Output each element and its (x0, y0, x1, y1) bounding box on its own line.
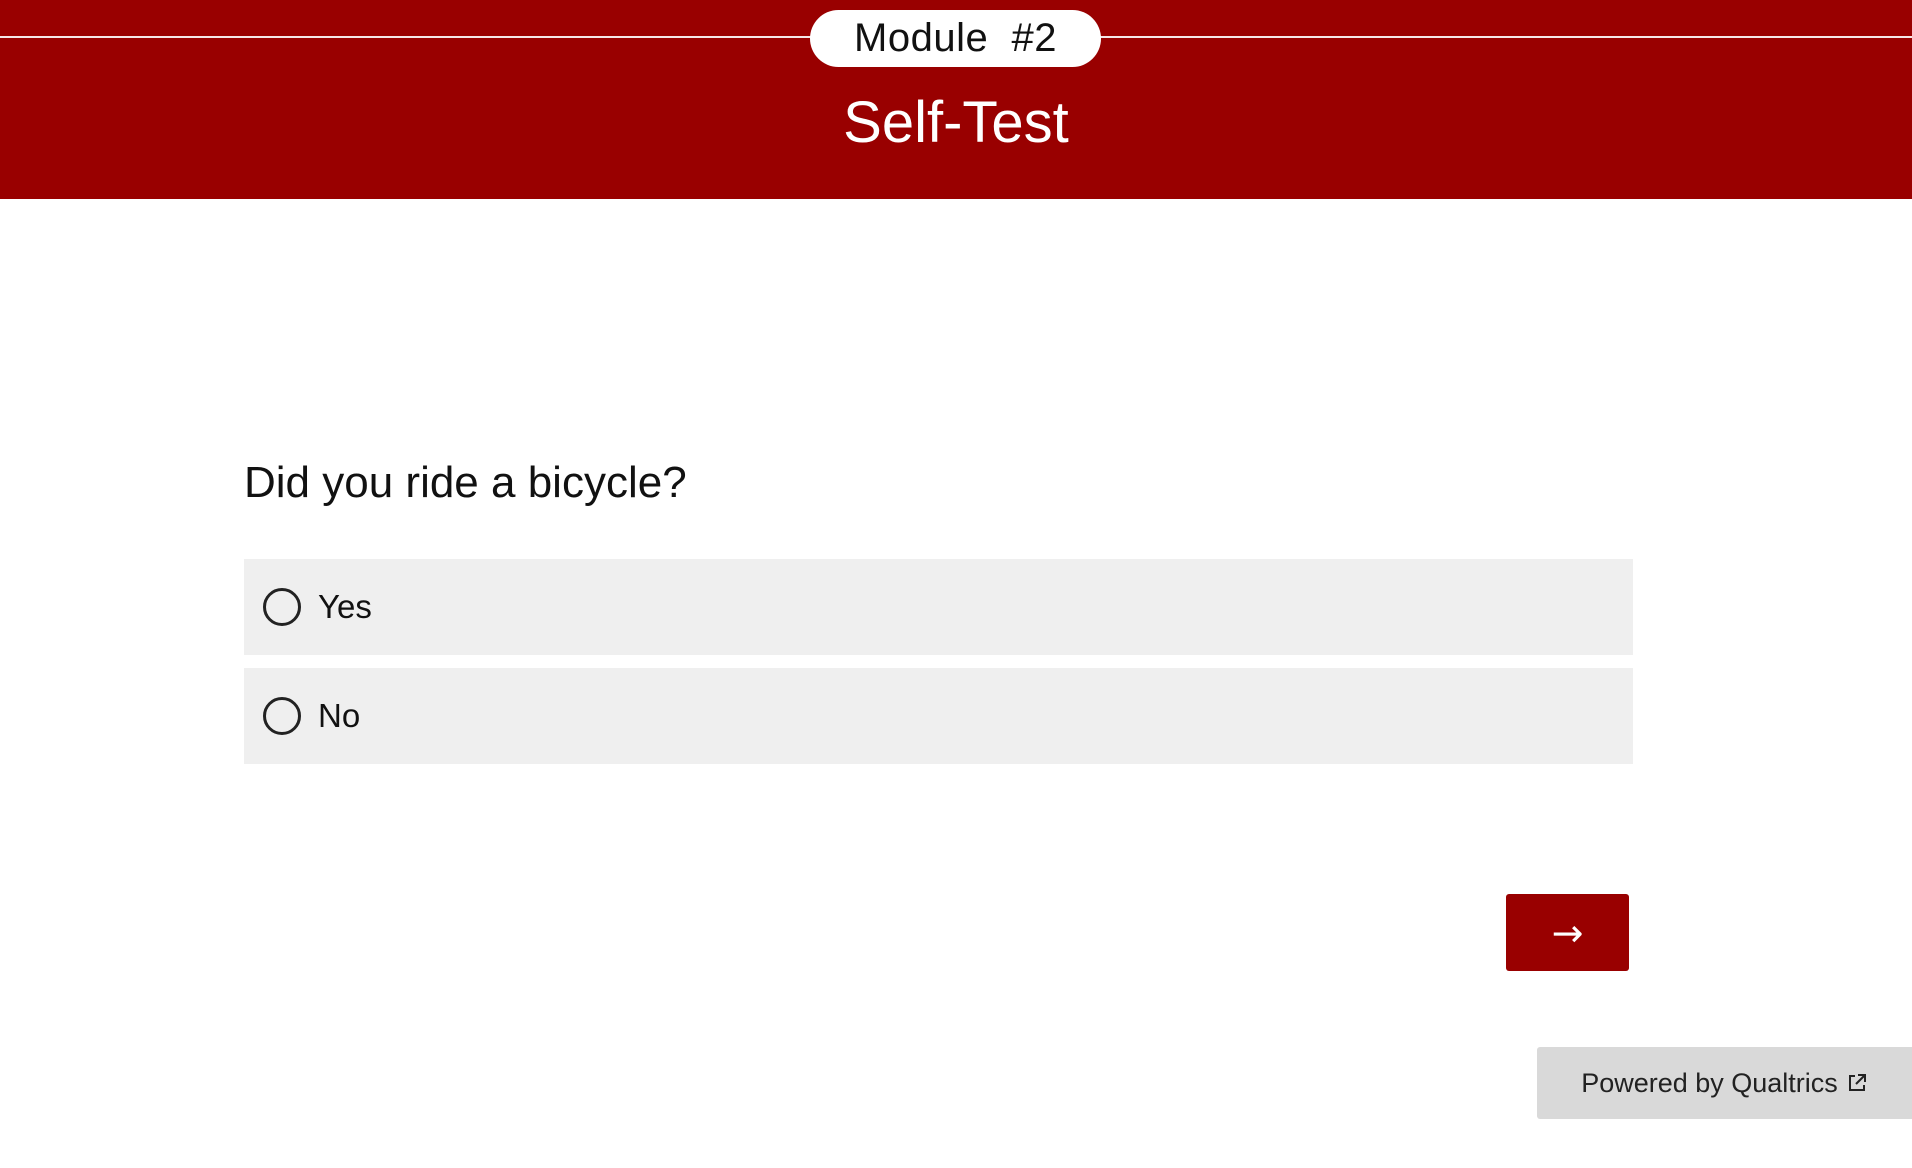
powered-by-label: Powered by Qualtrics (1581, 1067, 1838, 1098)
module-badge: Module #2 (810, 10, 1101, 67)
header-banner: Module #2 Self-Test (0, 0, 1912, 199)
page-title: Self-Test (843, 90, 1069, 155)
radio-no[interactable] (263, 697, 301, 735)
external-link-icon (1846, 1072, 1868, 1094)
choice-label-yes: Yes (318, 588, 372, 625)
radio-yes[interactable] (263, 588, 301, 626)
next-button[interactable]: → (1506, 894, 1629, 971)
choice-no[interactable]: No (244, 668, 1633, 764)
question-text: Did you ride a bicycle? (244, 458, 687, 507)
choice-yes[interactable]: Yes (244, 559, 1633, 655)
choice-label-no: No (318, 697, 361, 734)
powered-by-link[interactable]: Powered by Qualtrics (1537, 1047, 1912, 1119)
